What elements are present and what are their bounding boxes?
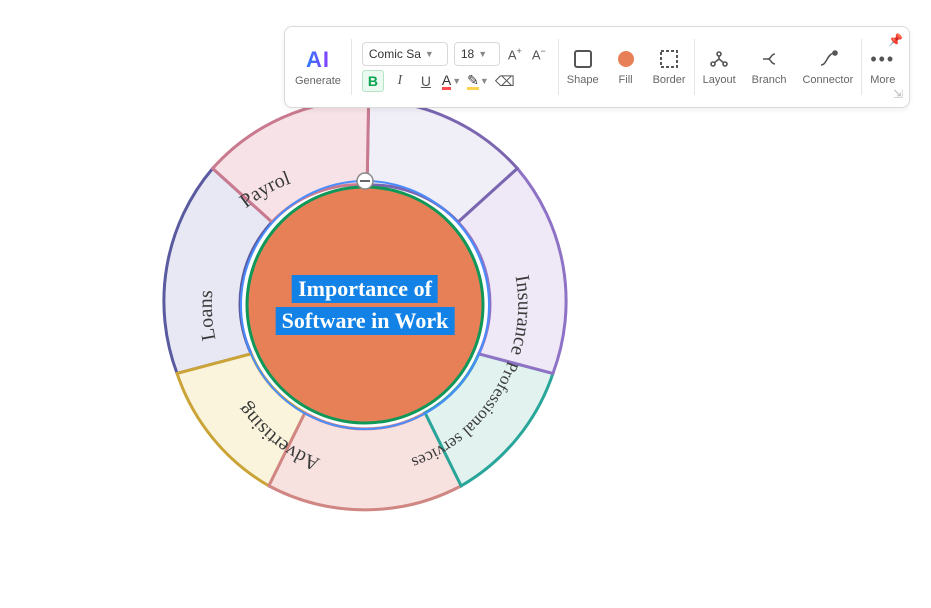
collapse-toolbar-icon[interactable]: ⇲ xyxy=(893,87,903,101)
floating-toolbar: 📌 ⇲ AI Generate Comic Sa ▼ 18 ▼ A+ A− B I … xyxy=(284,26,910,108)
connector-button[interactable]: Connector xyxy=(794,27,861,107)
branch-icon xyxy=(758,48,780,70)
ai-generate-button[interactable]: AI Generate xyxy=(285,27,351,107)
more-icon: ••• xyxy=(872,48,894,70)
font-family-select[interactable]: Comic Sa ▼ xyxy=(362,42,448,66)
border-label: Border xyxy=(653,74,686,86)
clear-format-button[interactable]: ⌫ xyxy=(495,71,515,91)
caret-down-icon: ▼ xyxy=(425,49,434,59)
caret-down-icon: ▼ xyxy=(478,49,487,59)
canvas: Payroll Loans Advertising Professional s… xyxy=(0,0,931,608)
increase-font-button[interactable]: A+ xyxy=(506,44,524,64)
ai-icon: AI xyxy=(306,47,330,73)
more-label: More xyxy=(870,74,895,86)
layout-icon xyxy=(708,48,730,70)
center-title[interactable]: Importance of Software in Work xyxy=(276,273,455,337)
bold-button[interactable]: B xyxy=(362,70,384,92)
branch-button[interactable]: Branch xyxy=(744,27,795,107)
collapse-handle-icon[interactable] xyxy=(357,173,373,189)
border-button[interactable]: Border xyxy=(645,27,694,107)
underline-button[interactable]: U xyxy=(416,71,436,91)
decrease-font-button[interactable]: A− xyxy=(530,44,548,64)
connector-label: Connector xyxy=(802,74,853,86)
connector-icon xyxy=(817,48,839,70)
fill-button[interactable]: Fill xyxy=(607,27,645,107)
center-title-line2: Software in Work xyxy=(276,307,455,335)
shape-icon xyxy=(572,48,594,70)
font-size-select[interactable]: 18 ▼ xyxy=(454,42,500,66)
fill-icon xyxy=(615,48,637,70)
shape-label: Shape xyxy=(567,74,599,86)
layout-label: Layout xyxy=(703,74,736,86)
fill-label: Fill xyxy=(619,74,633,86)
ai-label: Generate xyxy=(295,75,341,87)
pin-icon[interactable]: 📌 xyxy=(888,33,903,47)
font-section: Comic Sa ▼ 18 ▼ A+ A− B I U A▼ ✎▼ ⌫ xyxy=(352,27,558,107)
label-loans: Loans xyxy=(195,289,221,342)
font-family-value: Comic Sa xyxy=(369,47,421,61)
font-size-value: 18 xyxy=(461,47,474,61)
radial-diagram[interactable]: Payroll Loans Advertising Professional s… xyxy=(105,30,625,580)
border-icon xyxy=(658,48,680,70)
shape-button[interactable]: Shape xyxy=(559,27,607,107)
caret-down-icon: ▼ xyxy=(452,76,461,86)
branch-label: Branch xyxy=(752,74,787,86)
italic-button[interactable]: I xyxy=(390,71,410,91)
caret-down-icon: ▼ xyxy=(480,76,489,86)
font-color-button[interactable]: A▼ xyxy=(442,73,461,90)
highlight-color-button[interactable]: ✎▼ xyxy=(467,73,489,90)
center-title-line1: Importance of xyxy=(292,275,438,303)
layout-button[interactable]: Layout xyxy=(695,27,744,107)
